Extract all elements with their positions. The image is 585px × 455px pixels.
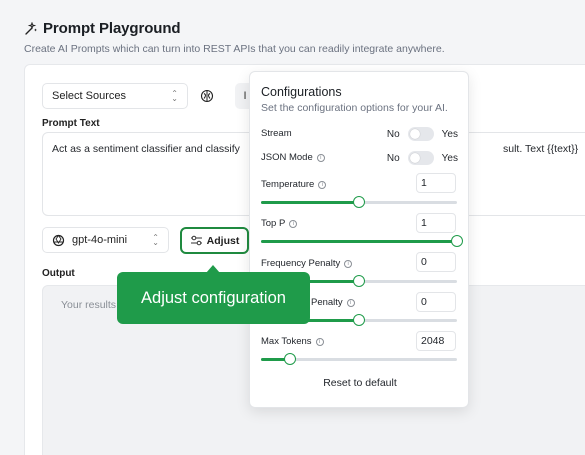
configurations-title: Configurations	[261, 85, 342, 99]
page-title: Prompt Playground	[43, 20, 181, 37]
slider-fill	[261, 201, 359, 204]
magic-wand-icon	[25, 21, 37, 35]
json-mode-switch[interactable]	[407, 151, 434, 165]
json-mode-toggle-row: No Yes	[387, 151, 458, 165]
configurations-subtitle: Set the configuration options for your A…	[261, 102, 448, 114]
brain-icon	[200, 89, 214, 103]
slider-thumb[interactable]	[353, 314, 365, 326]
info-icon[interactable]: i	[316, 153, 325, 162]
temperature-input[interactable]: 1	[416, 173, 456, 193]
sources-select-value: Select Sources	[52, 90, 126, 102]
prompt-text-end: sult. Text {{text}}	[503, 143, 579, 155]
adjust-button-label: Adjust	[206, 234, 240, 247]
top-p-slider[interactable]	[261, 235, 463, 247]
sliders-icon	[190, 235, 202, 246]
presence-penalty-label: Penalty i	[311, 297, 355, 308]
output-placeholder: Your results	[61, 299, 117, 311]
configurations-popover: Configurations Set the configuration opt…	[249, 71, 469, 408]
prompt-text-label: Prompt Text	[42, 118, 100, 129]
slider-thumb[interactable]	[284, 353, 297, 365]
stream-label: Stream	[261, 128, 292, 139]
json-mode-label-text: JSON Mode	[261, 152, 313, 163]
openai-icon	[52, 234, 65, 246]
slider-thumb[interactable]	[353, 196, 365, 208]
model-select[interactable]: gpt-4o-mini ⌃ ⌄	[42, 227, 169, 253]
chevron-updown-icon: ⌃ ⌄	[152, 233, 159, 247]
partial-button-label: I	[243, 90, 247, 102]
brain-button[interactable]	[194, 83, 220, 109]
page-header: Prompt Playground Create AI Prompts whic…	[24, 20, 445, 55]
temperature-slider[interactable]	[261, 196, 457, 208]
tooltip-text: Adjust configuration	[141, 288, 286, 307]
switch-knob	[409, 129, 420, 139]
prompt-playground-page: Prompt Playground Create AI Prompts whic…	[0, 0, 585, 455]
slider-fill	[261, 240, 457, 243]
stream-label-text: Stream	[261, 128, 292, 139]
model-select-value: gpt-4o-mini	[72, 234, 128, 246]
info-icon[interactable]: i	[344, 259, 353, 268]
max-tokens-slider[interactable]	[261, 353, 457, 365]
json-mode-on-label: Yes	[441, 152, 458, 164]
temperature-label-text: Temperature	[261, 179, 315, 190]
top-p-input[interactable]: 1	[416, 213, 456, 233]
adjust-configuration-tooltip: Adjust configuration	[117, 272, 310, 324]
info-icon[interactable]: i	[346, 298, 355, 307]
adjust-button[interactable]: Adjust	[180, 227, 249, 254]
presence-penalty-label-text: Penalty	[311, 297, 343, 308]
prompt-text-start: Act as a sentiment classifier and classi…	[52, 143, 240, 155]
frequency-penalty-label-text: Frequency Penalty	[261, 258, 341, 269]
slider-thumb[interactable]	[451, 235, 463, 247]
frequency-penalty-label: Frequency Penalty i	[261, 258, 353, 269]
stream-off-label: No	[386, 128, 400, 140]
switch-knob	[409, 153, 420, 163]
top-p-label: Top P i	[261, 218, 298, 229]
stream-switch[interactable]	[407, 127, 434, 141]
stream-on-label: Yes	[441, 128, 458, 140]
temperature-label: Temperature i	[261, 179, 327, 190]
json-mode-off-label: No	[386, 152, 400, 164]
max-tokens-label: Max Tokens i	[261, 336, 324, 347]
slider-thumb[interactable]	[353, 275, 365, 287]
frequency-penalty-input[interactable]: 0	[416, 252, 456, 272]
info-icon[interactable]: i	[318, 180, 327, 189]
page-subtitle: Create AI Prompts which can turn into RE…	[24, 43, 445, 55]
stream-toggle-row: No Yes	[387, 127, 458, 141]
presence-penalty-input[interactable]: 0	[416, 292, 456, 312]
info-icon[interactable]: i	[315, 337, 324, 346]
max-tokens-label-text: Max Tokens	[261, 336, 312, 347]
chevron-updown-icon: ⌃ ⌄	[171, 89, 178, 103]
output-label: Output	[42, 268, 75, 279]
max-tokens-input[interactable]: 2048	[416, 331, 456, 351]
sources-select[interactable]: Select Sources ⌃ ⌄	[42, 83, 188, 109]
json-mode-label: JSON Mode i	[261, 152, 325, 163]
info-icon[interactable]: i	[289, 219, 298, 228]
top-p-label-text: Top P	[261, 218, 286, 229]
reset-to-default-button[interactable]: Reset to default	[250, 377, 470, 389]
